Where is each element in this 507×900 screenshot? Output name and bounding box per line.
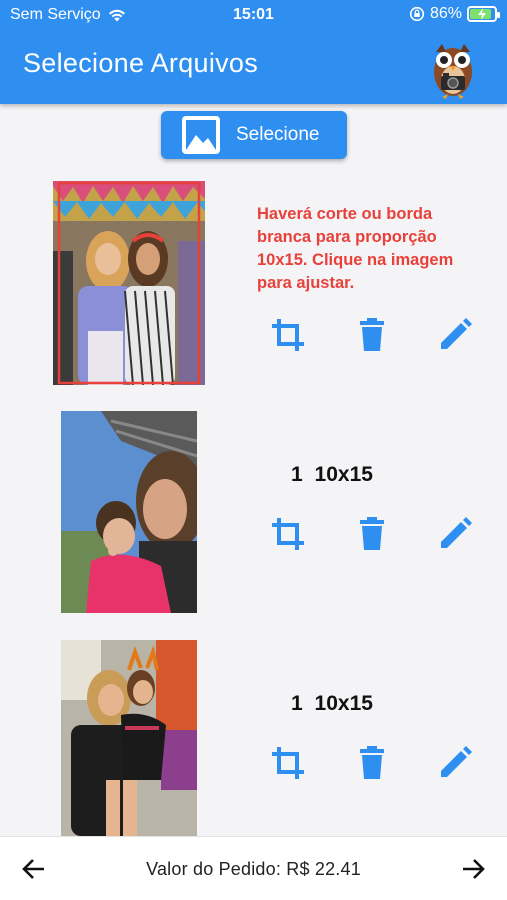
image-icon — [182, 116, 220, 154]
battery-percent: 86% — [429, 5, 462, 22]
crop-button[interactable] — [268, 514, 308, 554]
size-value: 10x15 — [314, 692, 373, 715]
crop-icon — [272, 518, 304, 550]
crop-icon — [272, 747, 304, 779]
edit-icon — [441, 746, 472, 777]
app-bar: Sem Serviço 15:01 86% Selecione Arquivos — [0, 0, 507, 104]
order-total: Valor do Pedido: R$ 22.41 — [146, 859, 361, 879]
photo-quantity-2: 1 10x15 — [291, 463, 373, 487]
page-title: Selecione Arquivos — [23, 48, 259, 78]
status-bar: Sem Serviço 15:01 86% — [0, 0, 507, 30]
delete-button[interactable] — [352, 743, 392, 783]
battery-info: 86% — [409, 5, 500, 23]
photo-quantity-3: 1 10x15 — [291, 692, 373, 716]
edit-icon — [441, 517, 472, 548]
quantity-value: 1 — [291, 463, 303, 486]
bottom-bar: Valor do Pedido: R$ 22.41 — [0, 836, 507, 900]
battery-icon — [467, 6, 500, 22]
crop-button[interactable] — [268, 743, 308, 783]
delete-button[interactable] — [352, 514, 392, 554]
size-value: 10x15 — [314, 463, 373, 486]
delete-icon — [360, 746, 384, 779]
edit-button[interactable] — [435, 743, 475, 783]
photo-thumbnail-3[interactable] — [61, 640, 197, 836]
select-files-button[interactable]: Selecione — [161, 111, 347, 159]
quantity-value: 1 — [291, 692, 303, 715]
crop-icon — [272, 319, 304, 351]
orientation-lock-icon — [409, 6, 425, 22]
photo-thumbnail-2[interactable] — [61, 411, 197, 613]
arrow-right-icon[interactable] — [457, 853, 489, 885]
crop-warning-text: Haverá corte ou borda branca para propor… — [257, 205, 454, 292]
delete-icon — [360, 318, 384, 351]
delete-icon — [360, 517, 384, 550]
edit-button[interactable] — [435, 514, 475, 554]
delete-button[interactable] — [352, 315, 392, 355]
photo-thumbnail-1[interactable] — [53, 181, 205, 385]
edit-icon — [441, 318, 472, 349]
owl-camera-mascot-icon — [434, 44, 472, 99]
select-files-label: Selecione — [236, 124, 320, 145]
crop-button[interactable] — [268, 315, 308, 355]
edit-button[interactable] — [435, 315, 475, 355]
